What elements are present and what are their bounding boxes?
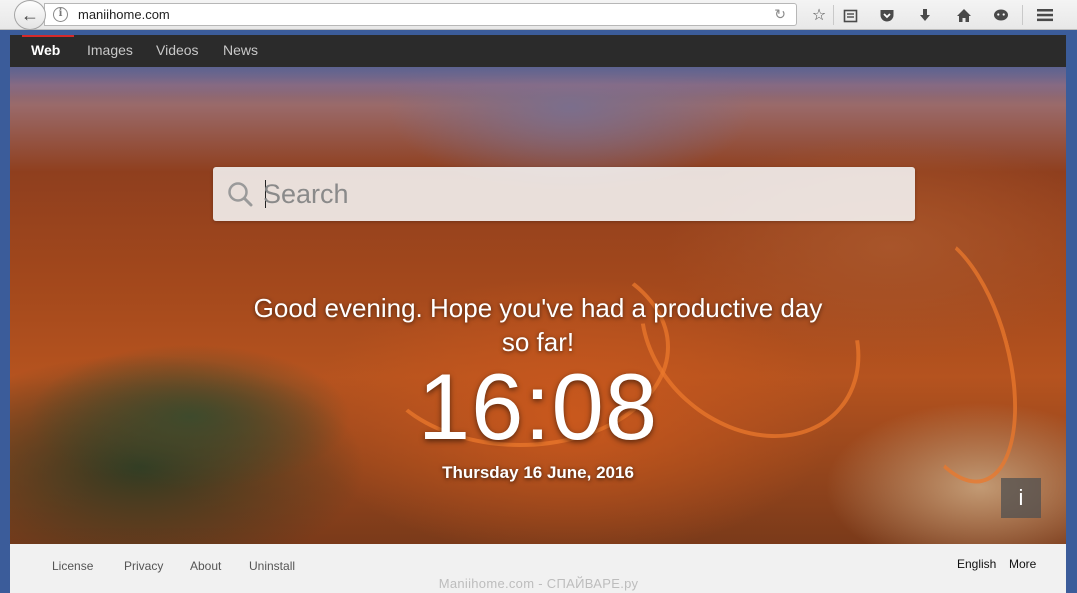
search-icon [228, 182, 253, 207]
info-icon[interactable]: i [53, 7, 68, 22]
greeting-text: Good evening. Hope you've had a producti… [253, 293, 823, 357]
canyon-road [858, 215, 1042, 499]
download-icon[interactable] [914, 4, 936, 26]
footer-link-about[interactable]: About [190, 559, 221, 573]
arrow-left-icon: ← [21, 4, 39, 25]
active-tab-indicator [22, 35, 74, 37]
url-bar[interactable]: i maniihome.com ↻ [44, 3, 797, 26]
reload-icon[interactable]: ↻ [774, 6, 786, 23]
url-text[interactable]: maniihome.com [78, 7, 170, 22]
page-content: Web Images Videos News Good evening. Hop… [10, 35, 1066, 593]
sky-band [10, 67, 1066, 97]
nav-tab-videos[interactable]: Videos [156, 42, 199, 58]
bookmark-star-icon[interactable]: ☆ [808, 4, 830, 26]
reading-list-icon[interactable] [839, 4, 861, 26]
footer-link-privacy[interactable]: Privacy [124, 559, 163, 573]
toolbar-divider [1022, 5, 1023, 25]
background-landscape: Good evening. Hope you've had a producti… [10, 67, 1066, 544]
footer-link-license[interactable]: License [52, 559, 93, 573]
pocket-icon[interactable] [876, 4, 898, 26]
clock-date: Thursday 16 June, 2016 [442, 463, 634, 482]
search-box[interactable] [213, 167, 915, 221]
hamburger-menu-icon[interactable] [1034, 4, 1056, 26]
nav-tab-web[interactable]: Web [31, 42, 60, 58]
watermark-text: Maniihome.com - СПАЙВАРЕ.ру [438, 576, 639, 591]
home-icon[interactable] [953, 4, 975, 26]
chat-icon[interactable] [990, 4, 1012, 26]
browser-toolbar: i maniihome.com ↻ ← ☆ [0, 0, 1077, 30]
back-button[interactable]: ← [14, 0, 46, 30]
nav-tab-news[interactable]: News [223, 42, 258, 58]
more-link[interactable]: More [1009, 557, 1036, 571]
info-button[interactable]: i [1001, 478, 1041, 518]
toolbar-divider [833, 5, 834, 25]
language-selector[interactable]: English [957, 557, 996, 571]
nav-tab-images[interactable]: Images [87, 42, 133, 58]
top-nav: Web Images Videos News [10, 35, 1066, 67]
search-input[interactable] [263, 175, 893, 213]
footer-link-uninstall[interactable]: Uninstall [249, 559, 295, 573]
clock-time: 16:08 [417, 354, 659, 459]
